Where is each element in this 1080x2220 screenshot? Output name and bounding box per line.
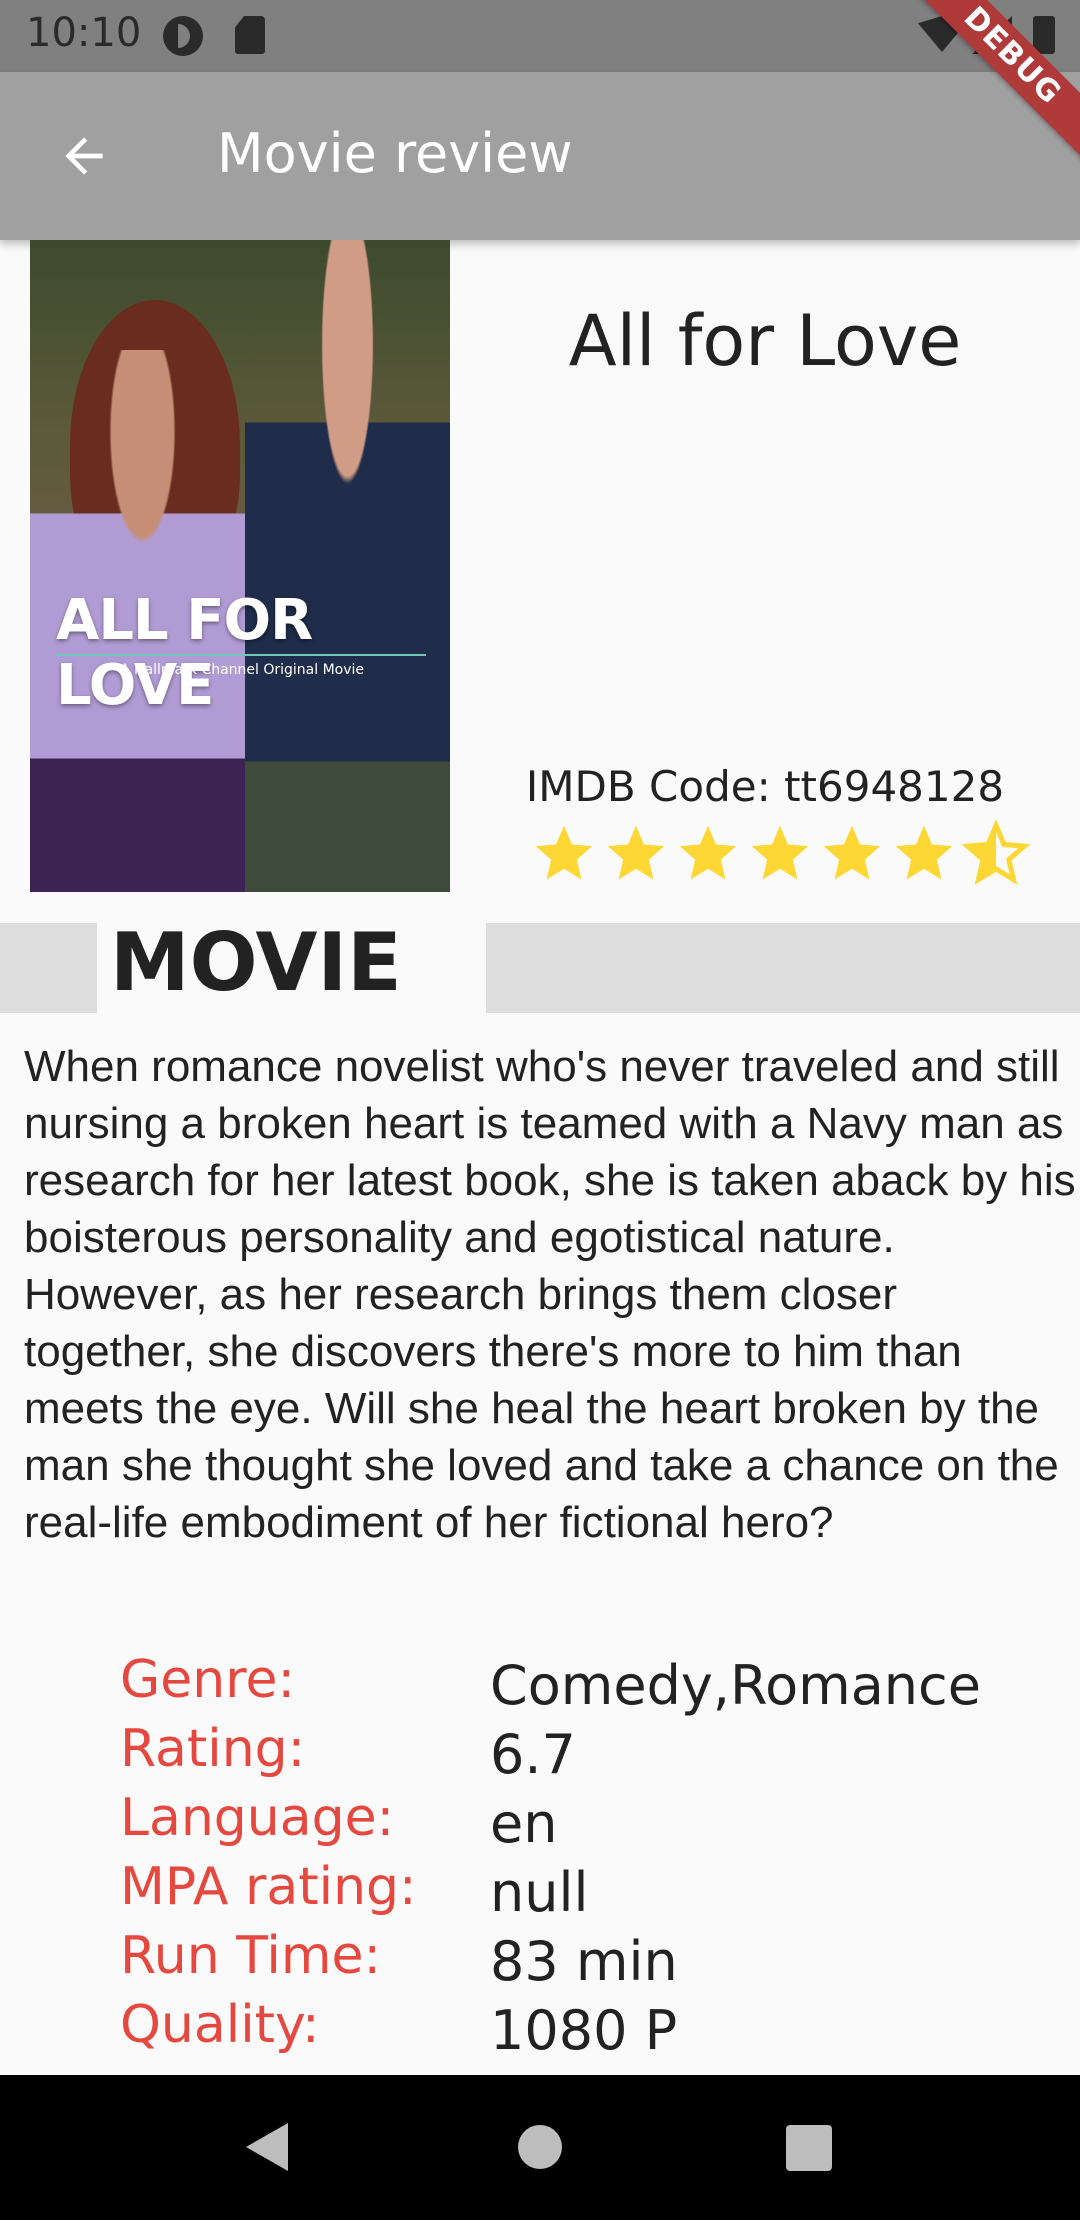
section-bar-right	[486, 923, 1080, 1013]
movie-title: All for Love	[568, 300, 962, 382]
detail-row-language: Language: en	[120, 1788, 1060, 1857]
detail-value: en	[490, 1792, 558, 1855]
status-time: 10:10	[26, 10, 142, 56]
section-bar-left	[0, 923, 97, 1013]
nav-back-icon[interactable]	[246, 2123, 288, 2171]
poster-subtitle: A Hallmark Channel Original Movie	[120, 662, 365, 678]
detail-label: Language:	[120, 1788, 395, 1848]
app-bar: Movie review	[0, 72, 1080, 240]
system-nav-bar	[0, 2075, 1080, 2220]
back-button[interactable]	[36, 108, 132, 204]
movie-description: When romance novelist who's never travel…	[24, 1042, 1076, 1547]
section-title: MOVIE	[110, 916, 402, 1009]
detail-label: Genre:	[120, 1650, 295, 1710]
detail-label: Quality:	[120, 1995, 320, 2055]
star-icon	[818, 820, 886, 888]
detail-row-quality: Quality: 1080 P	[120, 1995, 1060, 2064]
detail-row-genre: Genre: Comedy,Romance	[120, 1650, 1060, 1719]
status-bar: 10:10	[0, 0, 1080, 72]
sd-card-icon	[235, 16, 265, 54]
nav-recents-icon[interactable]	[786, 2125, 832, 2171]
detail-value: 1080 P	[490, 1999, 678, 2062]
imdb-code: IMDB Code: tt6948128	[525, 762, 1005, 811]
poster-divider	[56, 654, 426, 656]
nav-home-icon[interactable]	[518, 2125, 562, 2169]
star-icon	[746, 820, 814, 888]
movie-details: Genre: Comedy,Romance Rating: 6.7 Langua…	[120, 1650, 1060, 2064]
detail-value: Comedy,Romance	[490, 1654, 981, 1717]
detail-label: Rating:	[120, 1719, 306, 1779]
star-icon	[674, 820, 742, 888]
star-icon	[890, 820, 958, 888]
detail-label: MPA rating:	[120, 1857, 417, 1917]
detail-row-run-time: Run Time: 83 min	[120, 1926, 1060, 1995]
movie-review-screen: 10:10 Movie review DEBUG ALL FOR LOVE A …	[0, 0, 1080, 2220]
movie-poster: ALL FOR LOVE A Hallmark Channel Original…	[30, 240, 450, 892]
poster-figure-man	[245, 240, 450, 892]
detail-value: 83 min	[490, 1930, 678, 1993]
detail-row-mpa-rating: MPA rating: null	[120, 1857, 1060, 1926]
star-icon	[602, 820, 670, 888]
poster-title: ALL FOR LOVE	[56, 588, 313, 718]
arrow-back-icon	[65, 137, 103, 175]
page-title: Movie review	[217, 122, 573, 185]
detail-label: Run Time:	[120, 1926, 382, 1986]
detail-value: 6.7	[490, 1723, 576, 1786]
star-rating	[530, 820, 1030, 890]
detail-value: null	[490, 1861, 589, 1924]
notification-icon	[163, 16, 203, 56]
detail-row-rating: Rating: 6.7	[120, 1719, 1060, 1788]
star-half-icon	[962, 820, 1030, 888]
star-icon	[530, 820, 598, 888]
